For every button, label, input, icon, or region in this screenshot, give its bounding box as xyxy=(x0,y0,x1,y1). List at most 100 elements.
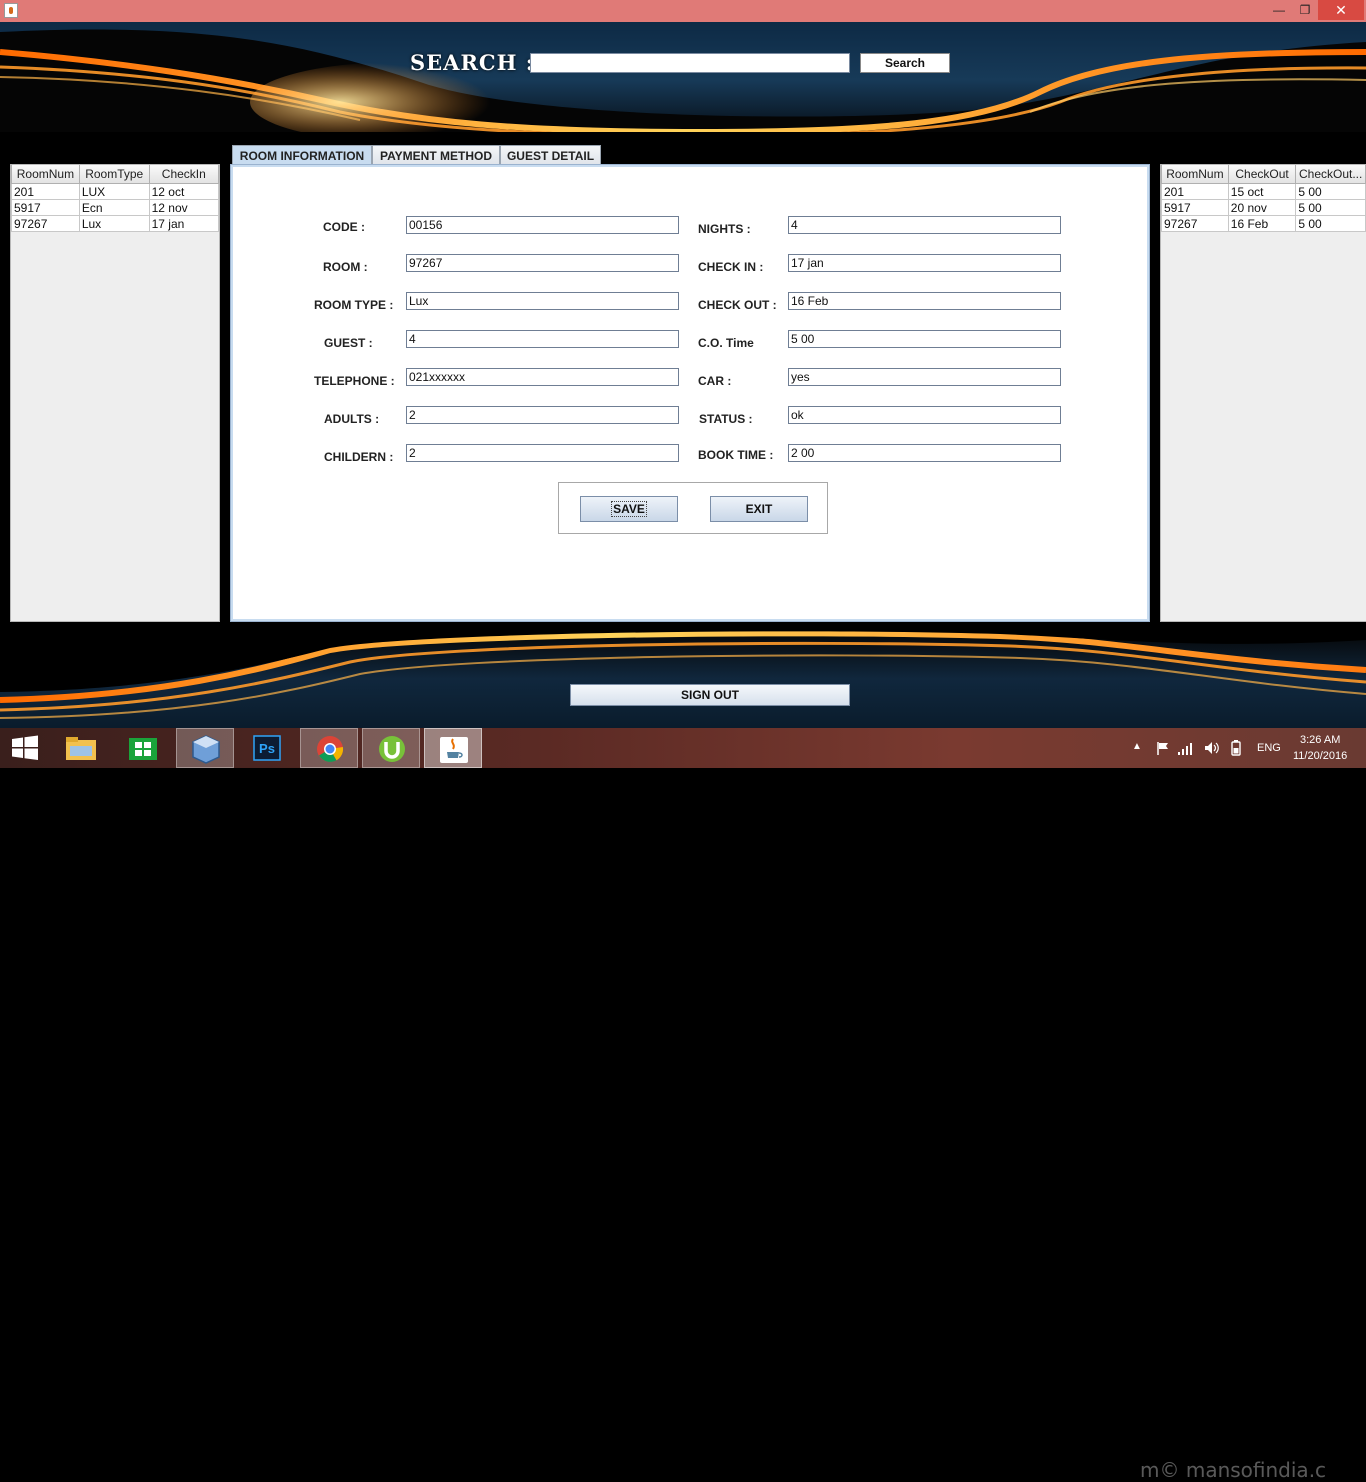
column-header[interactable]: RoomType xyxy=(78,165,150,184)
header-banner xyxy=(0,22,1366,138)
column-header[interactable]: CheckOut xyxy=(1227,165,1297,184)
network-signal-icon[interactable] xyxy=(1177,740,1193,756)
start-icon xyxy=(12,735,38,760)
clock-time[interactable]: 3:26 AM xyxy=(1300,734,1340,746)
utorrent-button[interactable] xyxy=(362,728,420,768)
table-cell: Ecn xyxy=(78,199,150,216)
action-button-group: SAVE EXIT xyxy=(558,482,828,534)
adults-field[interactable]: 2 xyxy=(406,406,679,424)
room-type-label: ROOM TYPE : xyxy=(314,298,394,312)
status-label: STATUS : xyxy=(699,412,753,426)
table-cell: 5917 xyxy=(11,199,80,216)
table-row[interactable]: 97267 16 Feb 5 00 xyxy=(1161,215,1366,232)
book-time-field[interactable]: 2 00 xyxy=(788,444,1061,462)
code-label: CODE : xyxy=(323,220,365,234)
maximize-button[interactable]: ❐ xyxy=(1292,0,1318,20)
footer-banner xyxy=(0,630,1366,728)
photoshop-icon: Ps xyxy=(253,735,281,761)
table-cell: 97267 xyxy=(1161,215,1229,232)
close-button[interactable]: ✕ xyxy=(1318,0,1364,20)
tab-payment-method[interactable]: PAYMENT METHOD xyxy=(372,145,500,165)
language-indicator[interactable]: ENG xyxy=(1257,742,1281,754)
check-in-field[interactable]: 17 jan xyxy=(788,254,1061,272)
table-cell: 5 00 xyxy=(1295,183,1366,200)
file-explorer-button[interactable] xyxy=(52,728,110,768)
app-window: SEARCH : Search RoomNum RoomType CheckIn… xyxy=(0,22,1366,728)
table-row[interactable]: 5917 Ecn 12 nov xyxy=(11,199,219,216)
checkout-time-field[interactable]: 5 00 xyxy=(788,330,1061,348)
sign-out-button[interactable]: SIGN OUT xyxy=(570,684,850,706)
telephone-field[interactable]: 021xxxxxx xyxy=(406,368,679,386)
tab-room-information[interactable]: ROOM INFORMATION xyxy=(232,145,372,165)
room-type-field[interactable]: Lux xyxy=(406,292,679,310)
save-button-label: SAVE xyxy=(611,501,647,517)
photoshop-button[interactable]: Ps xyxy=(238,728,296,768)
book-time-label: BOOK TIME : xyxy=(698,448,774,462)
utorrent-icon xyxy=(379,736,405,762)
search-input[interactable] xyxy=(530,53,850,73)
checkin-table[interactable]: RoomNum RoomType CheckIn 201 LUX 12 oct … xyxy=(10,164,220,622)
column-header[interactable]: CheckOut... xyxy=(1295,165,1366,184)
volume-icon[interactable] xyxy=(1203,740,1221,756)
java-icon xyxy=(440,737,468,763)
children-label: CHILDERN : xyxy=(324,450,394,464)
column-header[interactable]: CheckIn xyxy=(148,165,219,184)
telephone-label: TELEPHONE : xyxy=(314,374,395,388)
taskbar: Ps m© mansofindia.c ▲ ENG 3:26 AM 11/20/… xyxy=(0,728,1366,1482)
code-field[interactable]: 00156 xyxy=(406,216,679,234)
table-cell: 201 xyxy=(1161,183,1229,200)
table-cell: 97267 xyxy=(11,215,80,232)
checkin-grid: RoomNum RoomType CheckIn 201 LUX 12 oct … xyxy=(11,165,219,232)
table-cell: 17 jan xyxy=(148,215,219,232)
search-label: SEARCH : xyxy=(410,50,535,75)
check-out-field[interactable]: 16 Feb xyxy=(788,292,1061,310)
guest-label: GUEST : xyxy=(324,336,373,350)
car-label: CAR : xyxy=(698,374,732,388)
table-cell: 5917 xyxy=(1161,199,1229,216)
show-hidden-icons-icon[interactable]: ▲ xyxy=(1132,741,1142,752)
checkout-table[interactable]: RoomNum CheckOut CheckOut... 201 15 oct … xyxy=(1160,164,1366,622)
adults-label: ADULTS : xyxy=(324,412,380,426)
store-icon xyxy=(129,738,157,760)
nights-label: NIGHTS : xyxy=(698,222,751,236)
car-field[interactable]: yes xyxy=(788,368,1061,386)
status-field[interactable]: ok xyxy=(788,406,1061,424)
start-button[interactable] xyxy=(0,728,58,768)
minimize-button[interactable]: — xyxy=(1266,0,1292,20)
save-button[interactable]: SAVE xyxy=(580,496,678,522)
checkout-time-label: C.O. Time xyxy=(698,336,754,350)
nights-field[interactable]: 4 xyxy=(788,216,1061,234)
table-row[interactable]: 201 15 oct 5 00 xyxy=(1161,183,1366,200)
guest-field[interactable]: 4 xyxy=(406,330,679,348)
photoshop-icon-text: Ps xyxy=(259,741,275,756)
java-button[interactable] xyxy=(424,728,482,768)
search-button[interactable]: Search xyxy=(860,53,950,73)
exit-button[interactable]: EXIT xyxy=(710,496,808,522)
chrome-button[interactable] xyxy=(300,728,358,768)
title-bar: — ❐ ✕ xyxy=(0,0,1366,22)
table-cell: 5 00 xyxy=(1295,215,1366,232)
table-cell: 15 oct xyxy=(1227,183,1297,200)
watermark: m© mansofindia.c xyxy=(1140,1458,1327,1482)
checkout-grid: RoomNum CheckOut CheckOut... 201 15 oct … xyxy=(1161,165,1366,232)
column-header[interactable]: RoomNum xyxy=(11,165,80,184)
store-button[interactable] xyxy=(114,728,172,768)
battery-icon[interactable] xyxy=(1229,740,1243,756)
tab-guest-detail[interactable]: GUEST DETAIL xyxy=(500,145,601,165)
table-row[interactable]: 201 LUX 12 oct xyxy=(11,183,219,200)
room-field[interactable]: 97267 xyxy=(406,254,679,272)
table-row[interactable]: 97267 Lux 17 jan xyxy=(11,215,219,232)
table-cell: Lux xyxy=(78,215,150,232)
clock-date[interactable]: 11/20/2016 xyxy=(1293,750,1347,762)
java-app-icon xyxy=(4,3,18,18)
children-field[interactable]: 2 xyxy=(406,444,679,462)
table-cell: LUX xyxy=(78,183,150,200)
table-cell: 12 oct xyxy=(148,183,219,200)
virtualbox-button[interactable] xyxy=(176,728,234,768)
column-header[interactable]: RoomNum xyxy=(1161,165,1229,184)
table-row[interactable]: 5917 20 nov 5 00 xyxy=(1161,199,1366,216)
file-explorer-icon xyxy=(66,737,96,760)
table-cell: 201 xyxy=(11,183,80,200)
action-center-flag-icon[interactable] xyxy=(1155,740,1171,756)
table-cell: 12 nov xyxy=(148,199,219,216)
